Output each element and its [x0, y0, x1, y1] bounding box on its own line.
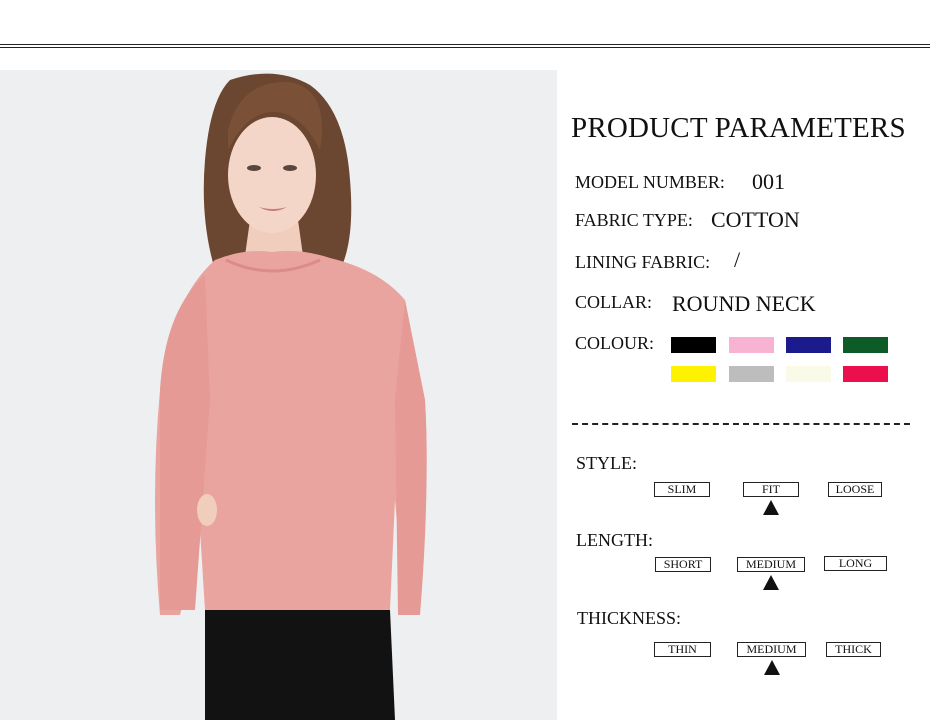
lining-fabric-value: / — [734, 247, 741, 272]
product-photo — [0, 70, 557, 720]
thickness-selected-indicator — [763, 660, 780, 675]
colour-swatch[interactable] — [843, 337, 888, 353]
colour-swatch[interactable] — [729, 337, 774, 353]
style-option-slim[interactable]: SLIM — [654, 482, 710, 497]
length-selected-indicator — [763, 575, 779, 590]
colour-swatch[interactable] — [843, 366, 888, 382]
lining-fabric-label: LINING FABRIC: — [575, 252, 711, 272]
colour-swatch[interactable] — [729, 366, 774, 382]
header-divider — [0, 44, 930, 48]
length-option-long[interactable]: LONG — [824, 556, 887, 571]
fabric-type-value: COTTON — [711, 207, 800, 232]
style-label: STYLE: — [576, 453, 637, 473]
colour-swatch[interactable] — [786, 366, 831, 382]
model-illustration — [155, 73, 427, 720]
thickness-label: THICKNESS: — [577, 608, 682, 628]
page-title: PRODUCT PARAMETERS — [571, 112, 906, 144]
colour-label: COLOUR: — [575, 333, 655, 353]
length-option-short[interactable]: SHORT — [655, 557, 711, 572]
fabric-type-label: FABRIC TYPE: — [575, 210, 693, 230]
colour-swatch[interactable] — [671, 366, 716, 382]
section-divider — [572, 423, 910, 425]
collar-value: ROUND NECK — [672, 291, 816, 316]
colour-swatch[interactable] — [671, 337, 716, 353]
length-label: LENGTH: — [576, 530, 653, 550]
model-number-label: MODEL NUMBER: — [575, 172, 725, 192]
thickness-option-medium[interactable]: MEDIUM — [737, 642, 806, 657]
thickness-option-thick[interactable]: THICK — [826, 642, 881, 657]
style-option-fit[interactable]: FIT — [743, 482, 799, 497]
thickness-option-thin[interactable]: THIN — [654, 642, 711, 657]
colour-swatch[interactable] — [786, 337, 831, 353]
length-option-medium[interactable]: MEDIUM — [737, 557, 805, 572]
style-option-loose[interactable]: LOOSE — [828, 482, 882, 497]
model-number-value: 001 — [752, 169, 785, 194]
collar-label: COLLAR: — [575, 292, 653, 312]
style-selected-indicator — [763, 500, 779, 515]
